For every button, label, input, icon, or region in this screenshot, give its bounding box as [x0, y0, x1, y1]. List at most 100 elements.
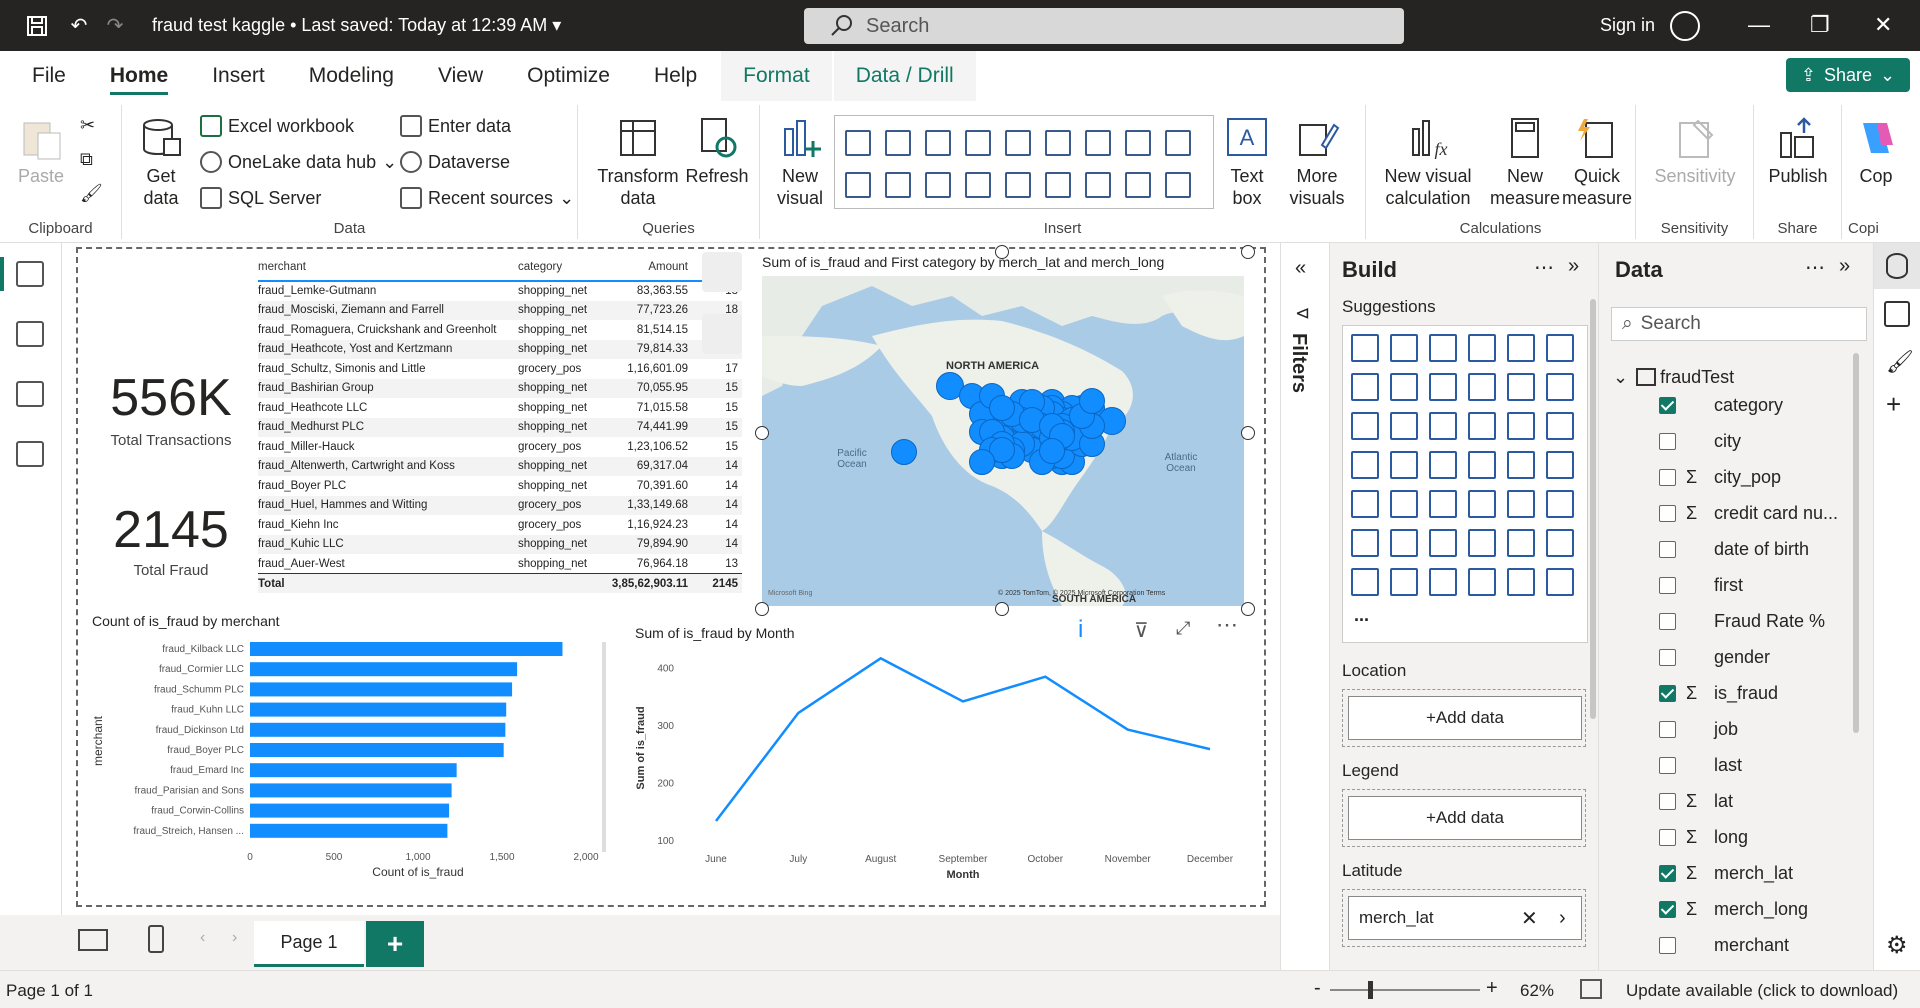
onelake-button[interactable]: OneLake data hub ⌄: [200, 151, 397, 173]
resize-handle[interactable]: [995, 602, 1009, 616]
menu-home[interactable]: Home: [88, 51, 190, 101]
get-data-button[interactable]: Get data: [134, 115, 188, 209]
table-row[interactable]: fraud_Mosciski, Ziemann and Farrell shopp…: [258, 300, 742, 320]
visual-type-icon[interactable]: [1390, 373, 1418, 401]
resize-handle[interactable]: [1241, 426, 1255, 440]
bar[interactable]: [250, 783, 452, 798]
search-box[interactable]: Search: [804, 8, 1404, 44]
add-location-button[interactable]: +Add data: [1348, 696, 1582, 740]
quick-measure-button[interactable]: Quick measure: [1562, 115, 1632, 209]
visual-type-icon[interactable]: [1507, 451, 1535, 479]
data-point[interactable]: [878, 655, 884, 661]
avatar[interactable]: [1670, 11, 1700, 41]
field-checkbox[interactable]: [1659, 864, 1676, 882]
visual-type-icon[interactable]: [1546, 451, 1574, 479]
map-point[interactable]: [891, 439, 917, 465]
field-category[interactable]: category: [1659, 387, 1783, 423]
chevron-right-icon[interactable]: ›: [1559, 907, 1566, 930]
format-painter-icon[interactable]: 🖌: [80, 183, 103, 204]
visual-type-icon[interactable]: [965, 130, 991, 156]
bar[interactable]: [250, 763, 457, 778]
data-point[interactable]: [1042, 674, 1048, 680]
visual-type-icon[interactable]: [1429, 412, 1457, 440]
data-pane-icon[interactable]: [1886, 253, 1908, 279]
field-city[interactable]: city: [1659, 423, 1741, 459]
visual-type-icon[interactable]: [885, 130, 911, 156]
field-checkbox[interactable]: [1659, 396, 1676, 414]
visual-type-icon[interactable]: [1429, 529, 1457, 557]
bar[interactable]: [250, 642, 563, 656]
filters-pane[interactable]: « ⊲ Filters: [1280, 243, 1330, 970]
copilot-button[interactable]: Cop: [1846, 115, 1906, 187]
menu-file[interactable]: File: [0, 51, 88, 101]
field-merch-lat[interactable]: Σmerch_lat: [1659, 855, 1793, 891]
tab-page-1[interactable]: Page 1: [254, 921, 364, 967]
col-merchant[interactable]: merchant: [258, 253, 518, 282]
field-merchant[interactable]: merchant: [1659, 927, 1789, 963]
visual-type-icon[interactable]: [1468, 412, 1496, 440]
field-checkbox[interactable]: [1659, 900, 1676, 918]
visual-type-icon[interactable]: [1507, 373, 1535, 401]
visual-type-icon[interactable]: [1468, 373, 1496, 401]
visual-type-icon[interactable]: [1468, 529, 1496, 557]
map-point[interactable]: [969, 449, 995, 475]
redo-icon[interactable]: ↷: [100, 11, 130, 41]
copy-icon[interactable]: ⧉: [80, 149, 93, 170]
enter-data-button[interactable]: Enter data: [400, 115, 511, 137]
table-row[interactable]: fraud_Romaguera, Cruickshank and Greenho…: [258, 320, 742, 340]
map-point[interactable]: [1079, 388, 1105, 414]
more-visuals-ellipsis[interactable]: ...: [1354, 605, 1369, 626]
field-gender[interactable]: gender: [1659, 639, 1770, 675]
line-chart[interactable]: 100 200 300 400 June July August September Octob…: [630, 646, 1250, 886]
resize-handle[interactable]: [995, 245, 1009, 259]
more-visuals-button[interactable]: More visuals: [1280, 115, 1354, 209]
zoom-in-icon[interactable]: +: [1486, 977, 1498, 1000]
visual-type-icon[interactable]: [1351, 451, 1379, 479]
bar[interactable]: [250, 682, 513, 697]
recent-sources-button[interactable]: Recent sources ⌄: [400, 187, 574, 209]
field-first[interactable]: first: [1659, 567, 1743, 603]
remove-field-icon[interactable]: ✕: [1521, 906, 1538, 931]
bar[interactable]: [250, 722, 506, 737]
format-visual-icon[interactable]: [702, 314, 742, 354]
info-icon[interactable]: i: [1078, 616, 1083, 644]
close-icon[interactable]: ✕: [1874, 12, 1892, 38]
visual-type-icon[interactable]: [1429, 334, 1457, 362]
map-attribution[interactable]: © 2025 TomTom, © 2025 Microsoft Corporat…: [998, 590, 1165, 597]
visual-type-icon[interactable]: [1390, 412, 1418, 440]
data-search-input[interactable]: ⌕ Search: [1611, 307, 1867, 341]
table-row[interactable]: fraud_Huel, Hammes and Witting grocery_po…: [258, 495, 742, 515]
visual-type-icon[interactable]: [1085, 172, 1111, 198]
field-checkbox[interactable]: [1659, 612, 1676, 630]
table-row[interactable]: fraud_Miller-Hauck grocery_pos 1,23,106.52…: [258, 437, 742, 457]
table-row[interactable]: fraud_Medhurst PLC shopping_net 74,441.99 1…: [258, 417, 742, 437]
field-checkbox[interactable]: [1659, 576, 1676, 594]
visual-type-icon[interactable]: [1429, 490, 1457, 518]
visual-type-icon[interactable]: [1507, 334, 1535, 362]
data-point[interactable]: [1207, 746, 1213, 752]
latitude-field-chip[interactable]: merch_lat ✕ ›: [1348, 896, 1582, 940]
resize-handle[interactable]: [1241, 602, 1255, 616]
visual-type-icon[interactable]: [1165, 130, 1191, 156]
menu-insert[interactable]: Insert: [190, 51, 287, 101]
visual-type-icon[interactable]: [1045, 130, 1071, 156]
visual-type-icon[interactable]: [1165, 172, 1191, 198]
visual-type-icon[interactable]: [1468, 451, 1496, 479]
col-category[interactable]: category: [518, 253, 602, 282]
zoom-out-icon[interactable]: -: [1314, 977, 1321, 1000]
model-view-icon[interactable]: [16, 381, 44, 407]
chevron-down-icon[interactable]: ▾: [552, 15, 561, 35]
map-point[interactable]: [1039, 438, 1065, 464]
sql-server-button[interactable]: SQL Server: [200, 187, 321, 209]
visual-type-icon[interactable]: [1390, 529, 1418, 557]
visual-type-icon[interactable]: [1390, 451, 1418, 479]
data-point[interactable]: [960, 698, 966, 704]
undo-icon[interactable]: ↶: [64, 11, 94, 41]
field-long[interactable]: Σlong: [1659, 819, 1748, 855]
update-available-link[interactable]: Update available (click to download): [1626, 981, 1898, 1001]
field-checkbox[interactable]: [1659, 756, 1676, 774]
field-checkbox[interactable]: [1659, 828, 1676, 846]
visual-type-icon[interactable]: [1468, 568, 1496, 596]
field-city-pop[interactable]: Σcity_pop: [1659, 459, 1781, 495]
bar[interactable]: [250, 823, 448, 838]
